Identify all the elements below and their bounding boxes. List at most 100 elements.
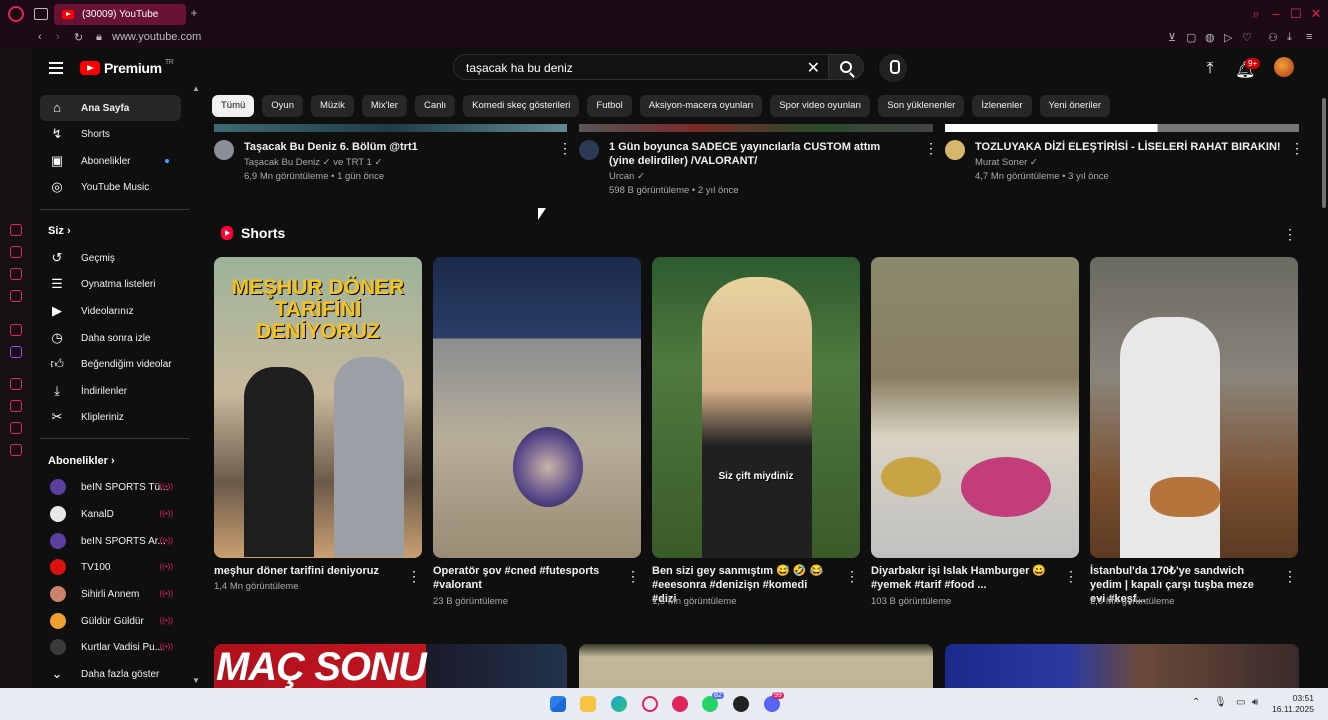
- snapshot-icon[interactable]: ▢: [1186, 31, 1196, 44]
- youtube-premium-logo[interactable]: Premium TR: [80, 59, 174, 76]
- chip-all[interactable]: Tümü: [212, 95, 255, 117]
- chip[interactable]: Mix'ler: [361, 95, 407, 117]
- clock[interactable]: 03:51 16.11.2025: [1272, 693, 1314, 715]
- sidebar-item-downloads[interactable]: ⤓ İndirilenler: [40, 378, 181, 404]
- sidebar-channel[interactable]: beIN SPORTS Ar... ((•)): [40, 528, 181, 554]
- sidebar-item-subscriptions[interactable]: ▣ Abonelikler: [40, 148, 181, 174]
- scroll-up-icon[interactable]: ▲: [192, 84, 200, 93]
- profile-icon[interactable]: ⚇: [1268, 31, 1278, 44]
- opera-logo-icon[interactable]: [8, 6, 24, 22]
- chip[interactable]: Futbol: [587, 95, 632, 117]
- sidebar-app-icon[interactable]: [10, 246, 22, 258]
- shorts-more-options-icon[interactable]: [1283, 228, 1287, 240]
- video-thumbnail[interactable]: [214, 124, 567, 132]
- more-options-icon[interactable]: [626, 570, 630, 582]
- file-explorer-icon[interactable]: [580, 696, 596, 712]
- channel-name[interactable]: Urcan: [609, 171, 634, 182]
- short-title[interactable]: meşhur döner tarifini deniyoruz: [214, 564, 396, 578]
- twitch-icon[interactable]: [10, 346, 22, 358]
- sidebar-channel[interactable]: KanalD ((•)): [40, 501, 181, 527]
- sidebar-app-icon[interactable]: [10, 290, 22, 302]
- channel-avatar[interactable]: [214, 140, 234, 160]
- sidebar-scrollbar[interactable]: ▲ ▼: [192, 84, 200, 688]
- video-thumbnail[interactable]: [579, 124, 933, 132]
- sidebar-item-shorts[interactable]: ↯ Shorts: [40, 121, 181, 147]
- video-thumbnail[interactable]: [945, 644, 1299, 688]
- sidebar-app-icon[interactable]: [10, 400, 22, 412]
- vpn-icon[interactable]: ◍: [1205, 31, 1215, 44]
- opera-gx-icon[interactable]: [672, 696, 688, 712]
- upload-icon[interactable]: ⤒: [1201, 60, 1219, 78]
- browser-tab-youtube[interactable]: (30009) YouTube: [54, 4, 186, 25]
- more-options-icon[interactable]: [558, 142, 562, 154]
- account-avatar[interactable]: [1274, 57, 1294, 77]
- channel-avatar[interactable]: [945, 140, 965, 160]
- reload-icon[interactable]: ↻: [74, 31, 83, 44]
- settings-icon[interactable]: [10, 444, 22, 456]
- short-title[interactable]: Operatör şov #cned #futesports #valorant: [433, 564, 615, 592]
- windows-start-icon[interactable]: [550, 696, 566, 712]
- sidebar-channel[interactable]: TV100 ((•)): [40, 554, 181, 580]
- back-icon[interactable]: ‹: [38, 31, 42, 43]
- more-options-icon[interactable]: [1064, 570, 1068, 582]
- video-card[interactable]: Taşacak Bu Deniz 6. Bölüm @trt1 Taşacak …: [214, 140, 567, 190]
- workspaces-icon[interactable]: [34, 8, 48, 20]
- sidebar-item-music[interactable]: ◎ YouTube Music: [40, 174, 181, 200]
- sidebar-channel[interactable]: Güldür Güldür ((•)): [40, 608, 181, 634]
- chip[interactable]: Müzik: [311, 95, 354, 117]
- sidebar-item-your-videos[interactable]: ▶ Videolarınız: [40, 298, 181, 324]
- video-thumbnail[interactable]: [945, 124, 1299, 132]
- sidebar-channel[interactable]: Kurtlar Vadisi Pu... ((•)): [40, 634, 181, 660]
- scroll-down-icon[interactable]: ▼: [192, 676, 200, 685]
- page-scrollbar[interactable]: [1320, 88, 1328, 688]
- more-options-icon[interactable]: [845, 570, 849, 582]
- clear-search-icon[interactable]: ✕: [807, 58, 820, 78]
- chip[interactable]: Son yüklenenler: [878, 95, 965, 117]
- new-tab-button[interactable]: +: [188, 7, 200, 19]
- sidebar-app-icon[interactable]: [10, 324, 22, 336]
- search-input[interactable]: taşacak ha bu deniz ✕: [453, 54, 829, 80]
- scrollbar-thumb[interactable]: [1322, 98, 1326, 208]
- short-thumbnail[interactable]: [1090, 257, 1298, 558]
- sidebar-subscriptions-heading[interactable]: Abonelikler ›: [48, 455, 115, 467]
- video-thumbnail[interactable]: MAÇ SONU: [214, 644, 567, 688]
- short-thumbnail[interactable]: Siz çift miydiniz: [652, 257, 860, 558]
- sidebar-channel[interactable]: Sihirli Annem ((•)): [40, 581, 181, 607]
- edge-icon[interactable]: [611, 696, 627, 712]
- sidebar-app-icon[interactable]: [10, 422, 22, 434]
- sidebar-item-home[interactable]: ⌂ Ana Sayfa: [40, 95, 181, 121]
- heart-icon[interactable]: ♡: [1242, 31, 1252, 44]
- short-thumbnail[interactable]: [871, 257, 1079, 558]
- minimize-icon[interactable]: –: [1268, 6, 1284, 21]
- app-icon[interactable]: [733, 696, 749, 712]
- network-icon[interactable]: ▭: [1236, 697, 1245, 708]
- tray-chevron-icon[interactable]: ⌃: [1192, 697, 1200, 708]
- chip[interactable]: Oyun: [262, 95, 304, 117]
- sidebar-you-heading[interactable]: Siz ›: [48, 225, 71, 237]
- sidebar-app-icon[interactable]: [10, 224, 22, 236]
- chip[interactable]: Canlı: [414, 95, 456, 117]
- video-card[interactable]: TOZLUYAKA DİZİ ELEŞTİRİSİ - LİSELERİ RAH…: [945, 140, 1299, 190]
- close-window-icon[interactable]: ✕: [1308, 6, 1324, 22]
- channel-avatar[interactable]: [579, 140, 599, 160]
- forward-icon[interactable]: ›: [56, 31, 60, 43]
- sidebar-item-playlists[interactable]: ☰ Oynatma listeleri: [40, 271, 181, 297]
- volume-icon[interactable]: 🔊︎: [1252, 697, 1258, 708]
- chip[interactable]: Komedi skeç gösterileri: [463, 95, 580, 117]
- sidebar-item-history[interactable]: ↺ Geçmiş: [40, 245, 181, 271]
- video-title[interactable]: Taşacak Bu Deniz 6. Bölüm @trt1: [244, 140, 560, 154]
- sidebar-channel[interactable]: beIN SPORTS Tü... ((•)): [40, 474, 181, 500]
- short-title[interactable]: Diyarbakır işi Islak Hamburger 😀 #yemek …: [871, 564, 1053, 592]
- sidebar-item-watch-later[interactable]: ◷ Daha sonra izle: [40, 325, 181, 351]
- video-title[interactable]: TOZLUYAKA DİZİ ELEŞTİRİSİ - LİSELERİ RAH…: [975, 140, 1291, 154]
- more-options-icon[interactable]: [924, 142, 928, 154]
- more-options-icon[interactable]: [1290, 142, 1294, 154]
- more-options-icon[interactable]: [407, 570, 411, 582]
- sidebar-app-icon[interactable]: [10, 268, 22, 280]
- video-title[interactable]: 1 Gün boyunca SADECE yayıncılarla CUSTOM…: [609, 140, 899, 168]
- sidebar-app-icon[interactable]: [10, 378, 22, 390]
- more-options-icon[interactable]: [1283, 570, 1287, 582]
- microphone-tray-icon[interactable]: 🎙︎: [1214, 697, 1227, 708]
- player-icon[interactable]: ▷: [1224, 31, 1232, 44]
- url-field[interactable]: www.youtube.com: [112, 31, 201, 43]
